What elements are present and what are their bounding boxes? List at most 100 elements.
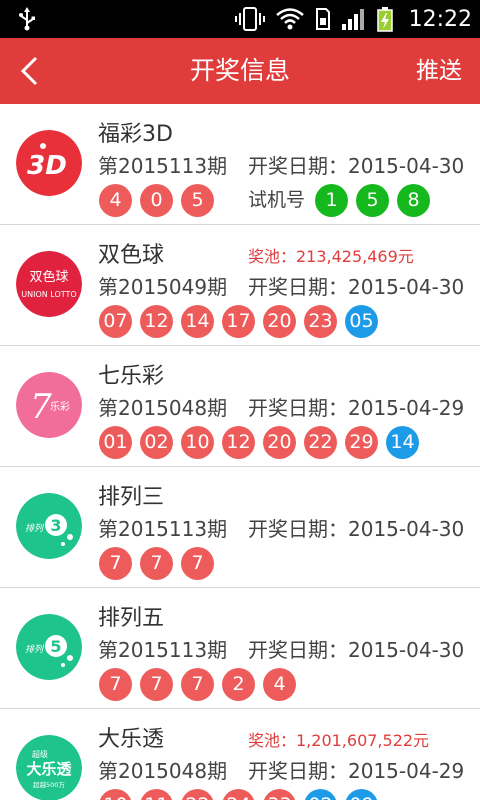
jackpot-pool: 奖池：1,201,607,522元 bbox=[248, 731, 430, 750]
red-ball: 20 bbox=[263, 426, 296, 459]
ball-row: 7 7 7 2 4 bbox=[99, 668, 296, 701]
ssq-logo-subtext: UNION LOTTO bbox=[21, 290, 76, 299]
red-ball: 5 bbox=[181, 184, 214, 217]
red-ball: 10 bbox=[99, 789, 132, 800]
ssq-logo-text: 双色球 bbox=[29, 269, 68, 285]
battery-charging-icon bbox=[376, 7, 393, 32]
red-ball: 7 bbox=[99, 547, 132, 580]
lottery-name: 排列三 bbox=[98, 485, 165, 510]
dlt-logo: 超级 大乐透 超越500万 bbox=[16, 735, 82, 800]
page-title: 开奖信息 bbox=[189, 56, 290, 85]
trial-ball: 5 bbox=[356, 184, 390, 217]
draw-date: 开奖日期：2015-04-30 bbox=[248, 275, 465, 299]
draw-date: 开奖日期：2015-04-29 bbox=[248, 396, 465, 420]
red-ball: 01 bbox=[99, 426, 132, 459]
fc3d-logo-text: 3D bbox=[27, 151, 67, 181]
red-ball: 7 bbox=[181, 668, 214, 701]
wifi-icon bbox=[275, 8, 304, 30]
lottery-name: 排列五 bbox=[98, 606, 165, 631]
lottery-item-fc3d[interactable]: 3D 福彩3D 第2015113期 开奖日期：2015-04-30 4 0 5 … bbox=[0, 104, 480, 225]
clock: 12:22 bbox=[408, 6, 472, 32]
lottery-name: 大乐透 bbox=[98, 727, 165, 752]
red-ball: 7 bbox=[140, 668, 173, 701]
issue-number: 第2015113期 bbox=[98, 517, 228, 541]
red-ball: 7 bbox=[99, 668, 132, 701]
push-button[interactable]: 推送 bbox=[416, 38, 462, 104]
blue-ball: 05 bbox=[345, 305, 378, 338]
dlt-logo-top: 超级 bbox=[32, 749, 48, 759]
lottery-item-pl5[interactable]: 排列 5 排列五 第2015113期 开奖日期：2015-04-30 7 7 7… bbox=[0, 588, 480, 709]
red-ball: 07 bbox=[99, 305, 132, 338]
lottery-name: 七乐彩 bbox=[98, 364, 165, 389]
back-button[interactable] bbox=[10, 51, 50, 91]
issue-number: 第2015049期 bbox=[98, 275, 228, 299]
dlt-logo-text: 大乐透 bbox=[26, 760, 72, 778]
draw-date: 开奖日期：2015-04-30 bbox=[248, 154, 465, 178]
lottery-item-dlt[interactable]: 超级 大乐透 超越500万 大乐透 奖池：1,201,607,522元 第201… bbox=[0, 709, 480, 800]
red-ball: 10 bbox=[181, 426, 214, 459]
blue-ball: 02 bbox=[304, 789, 337, 800]
red-ball: 14 bbox=[181, 305, 214, 338]
lottery-item-pl3[interactable]: 排列 3 排列三 第2015113期 开奖日期：2015-04-30 7 7 7 bbox=[0, 467, 480, 588]
issue-number: 第2015048期 bbox=[98, 396, 228, 420]
trial-ball: 1 bbox=[315, 184, 349, 217]
usb-icon bbox=[19, 7, 35, 31]
red-ball: 33 bbox=[263, 789, 296, 800]
status-bar: 12:22 bbox=[0, 0, 480, 38]
chevron-left-icon bbox=[20, 56, 38, 86]
ball-row: 07 12 14 17 20 23 05 bbox=[99, 305, 378, 338]
red-ball: 23 bbox=[304, 305, 337, 338]
lottery-item-ssq[interactable]: 双色球 UNION LOTTO 双色球 奖池：213,425,469元 第201… bbox=[0, 225, 480, 346]
red-ball: 7 bbox=[140, 547, 173, 580]
red-ball: 17 bbox=[222, 305, 255, 338]
trial-label: 试机号 bbox=[248, 189, 306, 211]
vibrate-icon bbox=[234, 7, 265, 31]
draw-date: 开奖日期：2015-04-30 bbox=[248, 517, 465, 541]
red-ball: 22 bbox=[181, 789, 214, 800]
red-ball: 02 bbox=[140, 426, 173, 459]
pl3-logo-text: 3 bbox=[50, 516, 61, 535]
lottery-list: 3D 福彩3D 第2015113期 开奖日期：2015-04-30 4 0 5 … bbox=[0, 104, 480, 800]
draw-date: 开奖日期：2015-04-29 bbox=[248, 759, 465, 783]
issue-number: 第2015113期 bbox=[98, 638, 228, 662]
issue-number: 第2015113期 bbox=[98, 154, 228, 178]
red-ball: 0 bbox=[140, 184, 173, 217]
red-ball: 20 bbox=[263, 305, 296, 338]
red-ball: 12 bbox=[140, 305, 173, 338]
ssq-logo: 双色球 UNION LOTTO bbox=[16, 251, 82, 317]
jackpot-pool: 奖池：213,425,469元 bbox=[248, 247, 414, 266]
dlt-logo-bottom: 超越500万 bbox=[33, 780, 65, 789]
pl3-logo-subtext: 排列 bbox=[25, 523, 45, 534]
red-ball: 11 bbox=[140, 789, 173, 800]
issue-number: 第2015048期 bbox=[98, 759, 228, 783]
qlc-logo-subtext: 乐彩 bbox=[50, 401, 70, 413]
lottery-name: 福彩3D bbox=[98, 122, 173, 147]
ball-row: 01 02 10 12 20 22 29 14 bbox=[99, 426, 419, 459]
fc3d-logo: 3D bbox=[16, 130, 82, 196]
qlc-logo-text: 7 bbox=[30, 387, 52, 427]
qlc-logo: 7 乐彩 bbox=[16, 372, 82, 438]
blue-ball: 09 bbox=[345, 789, 378, 800]
ball-row: 4 0 5 bbox=[99, 184, 214, 217]
red-ball: 12 bbox=[222, 426, 255, 459]
red-ball: 24 bbox=[222, 789, 255, 800]
ball-row: 10 11 22 24 33 02 09 bbox=[99, 789, 378, 800]
pl3-logo: 排列 3 bbox=[16, 493, 82, 559]
trial-numbers: 试机号 1 5 8 bbox=[248, 184, 431, 217]
blue-ball: 14 bbox=[386, 426, 419, 459]
red-ball: 7 bbox=[181, 547, 214, 580]
red-ball: 22 bbox=[304, 426, 337, 459]
pl5-logo: 排列 5 bbox=[16, 614, 82, 680]
lottery-item-qlc[interactable]: 7 乐彩 七乐彩 第2015048期 开奖日期：2015-04-29 01 02… bbox=[0, 346, 480, 467]
signal-icon bbox=[341, 9, 364, 30]
pl5-logo-subtext: 排列 bbox=[25, 644, 45, 655]
app-bar: 开奖信息 推送 bbox=[0, 38, 480, 104]
ball-row: 7 7 7 bbox=[99, 547, 214, 580]
red-ball: 4 bbox=[99, 184, 132, 217]
red-ball: 4 bbox=[263, 668, 296, 701]
lottery-name: 双色球 bbox=[98, 243, 165, 268]
red-ball: 2 bbox=[222, 668, 255, 701]
sim-icon bbox=[315, 8, 330, 30]
pl5-logo-text: 5 bbox=[50, 637, 61, 656]
red-ball: 29 bbox=[345, 426, 378, 459]
